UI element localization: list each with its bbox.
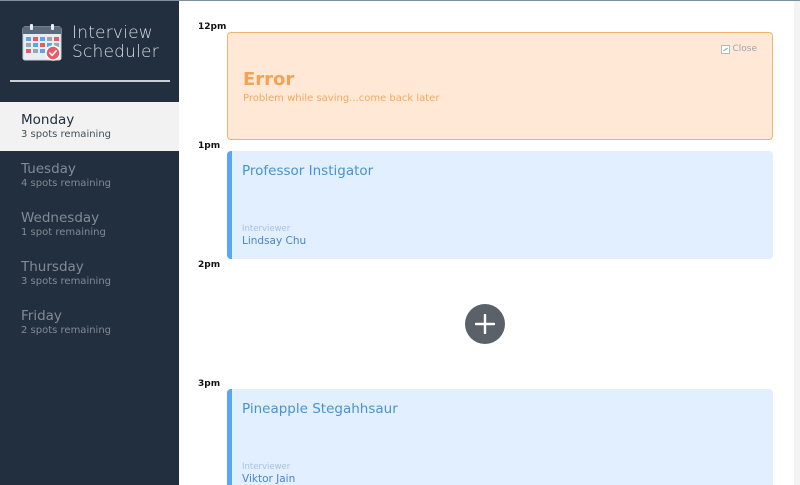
day-spots: 3 spots remaining	[21, 129, 112, 140]
close-button[interactable]: Close	[721, 44, 757, 54]
broken-image-icon	[721, 44, 731, 54]
sidebar: Interview Scheduler Monday 3 spots remai…	[0, 0, 179, 485]
day-spots: 3 spots remaining	[21, 276, 112, 287]
app-title: Interview Scheduler	[72, 24, 159, 62]
day-name: Friday	[21, 308, 62, 324]
day-item-friday[interactable]: Friday 2 spots remaining	[0, 298, 179, 347]
time-label: 12pm	[198, 22, 227, 32]
schedule: 12pm 1pm 2pm 3pm Close Error Problem whi…	[179, 0, 800, 485]
plus-icon	[475, 314, 495, 334]
day-name: Thursday	[21, 259, 84, 275]
time-label: 2pm	[198, 260, 221, 270]
interviewer-name: Viktor Jain	[242, 473, 296, 485]
day-item-thursday[interactable]: Thursday 3 spots remaining	[0, 249, 179, 298]
error-message: Problem while saving...come back later	[243, 93, 440, 104]
interviewer-label: Interviewer	[242, 462, 291, 472]
day-spots: 4 spots remaining	[21, 178, 112, 189]
day-name: Tuesday	[21, 161, 76, 177]
day-item-monday[interactable]: Monday 3 spots remaining	[0, 102, 179, 151]
time-label: 1pm	[198, 141, 221, 151]
day-item-wednesday[interactable]: Wednesday 1 spot remaining	[0, 200, 179, 249]
day-name: Wednesday	[21, 210, 100, 226]
day-spots: 1 spot remaining	[21, 227, 106, 238]
add-appointment-button[interactable]	[465, 304, 505, 344]
close-alt-text: Close	[732, 44, 757, 54]
scrollbar[interactable]	[794, 1, 800, 485]
error-title: Error	[243, 69, 295, 90]
appointment-card[interactable]: Pineapple Stegahhsaur Interviewer Viktor…	[227, 389, 773, 485]
appointment-card[interactable]: Professor Instigator Interviewer Lindsay…	[227, 151, 773, 259]
day-list: Monday 3 spots remaining Tuesday 4 spots…	[0, 102, 179, 347]
app-title-line1: Interview	[72, 23, 153, 43]
calendar-logo-icon	[22, 24, 62, 61]
sidebar-divider	[10, 80, 170, 82]
student-name: Professor Instigator	[242, 163, 374, 179]
day-item-tuesday[interactable]: Tuesday 4 spots remaining	[0, 151, 179, 200]
interviewer-name: Lindsay Chu	[242, 235, 307, 247]
app-title-line2: Scheduler	[72, 42, 159, 62]
time-label: 3pm	[198, 379, 221, 389]
interviewer-label: Interviewer	[242, 224, 291, 234]
error-card: Close Error Problem while saving...come …	[227, 32, 773, 140]
day-spots: 2 spots remaining	[21, 325, 112, 336]
student-name: Pineapple Stegahhsaur	[242, 401, 398, 417]
day-name: Monday	[21, 112, 75, 128]
